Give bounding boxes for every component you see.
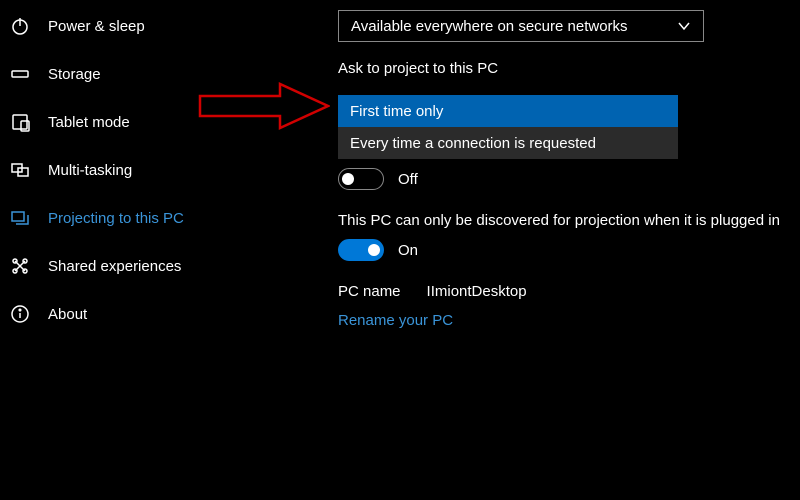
- project-icon: [10, 208, 30, 228]
- sidebar-item-label: Storage: [48, 66, 101, 83]
- sidebar-item-label: Projecting to this PC: [48, 210, 184, 227]
- annotation-arrow-icon: [190, 78, 330, 134]
- content-pane: Available everywhere on secure networks …: [290, 0, 800, 500]
- pc-name-value: IImiontDesktop: [427, 283, 527, 300]
- storage-icon: [10, 64, 30, 84]
- require-pin-toggle[interactable]: [338, 168, 384, 190]
- rename-your-pc-link[interactable]: Rename your PC: [338, 312, 800, 329]
- sidebar-item-multi-tasking[interactable]: Multi-tasking: [0, 146, 290, 194]
- sidebar-item-about[interactable]: About: [0, 290, 290, 338]
- plugged-in-row: On: [338, 239, 800, 261]
- power-icon: [10, 16, 30, 36]
- sidebar-item-label: Shared experiences: [48, 258, 181, 275]
- sidebar-item-label: Multi-tasking: [48, 162, 132, 179]
- pc-name-row: PC name IImiontDesktop: [338, 283, 800, 300]
- sidebar-item-label: Tablet mode: [48, 114, 130, 131]
- sidebar-item-label: About: [48, 306, 87, 323]
- require-pin-row: Off: [338, 168, 800, 190]
- tablet-icon: [10, 112, 30, 132]
- sidebar-item-shared-experiences[interactable]: Shared experiences: [0, 242, 290, 290]
- availability-select[interactable]: Available everywhere on secure networks: [338, 10, 704, 42]
- require-pin-state: Off: [398, 171, 418, 188]
- sidebar: Power & sleep Storage Tablet mode Multi-…: [0, 0, 290, 500]
- sidebar-item-projecting-to-this-pc[interactable]: Projecting to this PC: [0, 194, 290, 242]
- multitask-icon: [10, 160, 30, 180]
- dropdown-option-first-time-only[interactable]: First time only: [338, 95, 678, 127]
- plugged-in-toggle[interactable]: [338, 239, 384, 261]
- sidebar-item-label: Power & sleep: [48, 18, 145, 35]
- ask-to-project-dropdown[interactable]: First time only Every time a connection …: [338, 95, 678, 159]
- plugged-in-label: This PC can only be discovered for proje…: [338, 212, 800, 229]
- dropdown-option-every-time[interactable]: Every time a connection is requested: [338, 127, 678, 159]
- pc-name-label: PC name: [338, 283, 401, 300]
- availability-select-value: Available everywhere on secure networks: [351, 18, 628, 35]
- ask-to-project-label: Ask to project to this PC: [338, 60, 800, 77]
- about-icon: [10, 304, 30, 324]
- shared-icon: [10, 256, 30, 276]
- sidebar-item-power-sleep[interactable]: Power & sleep: [0, 2, 290, 50]
- plugged-in-state: On: [398, 242, 418, 259]
- chevron-down-icon: [677, 19, 691, 33]
